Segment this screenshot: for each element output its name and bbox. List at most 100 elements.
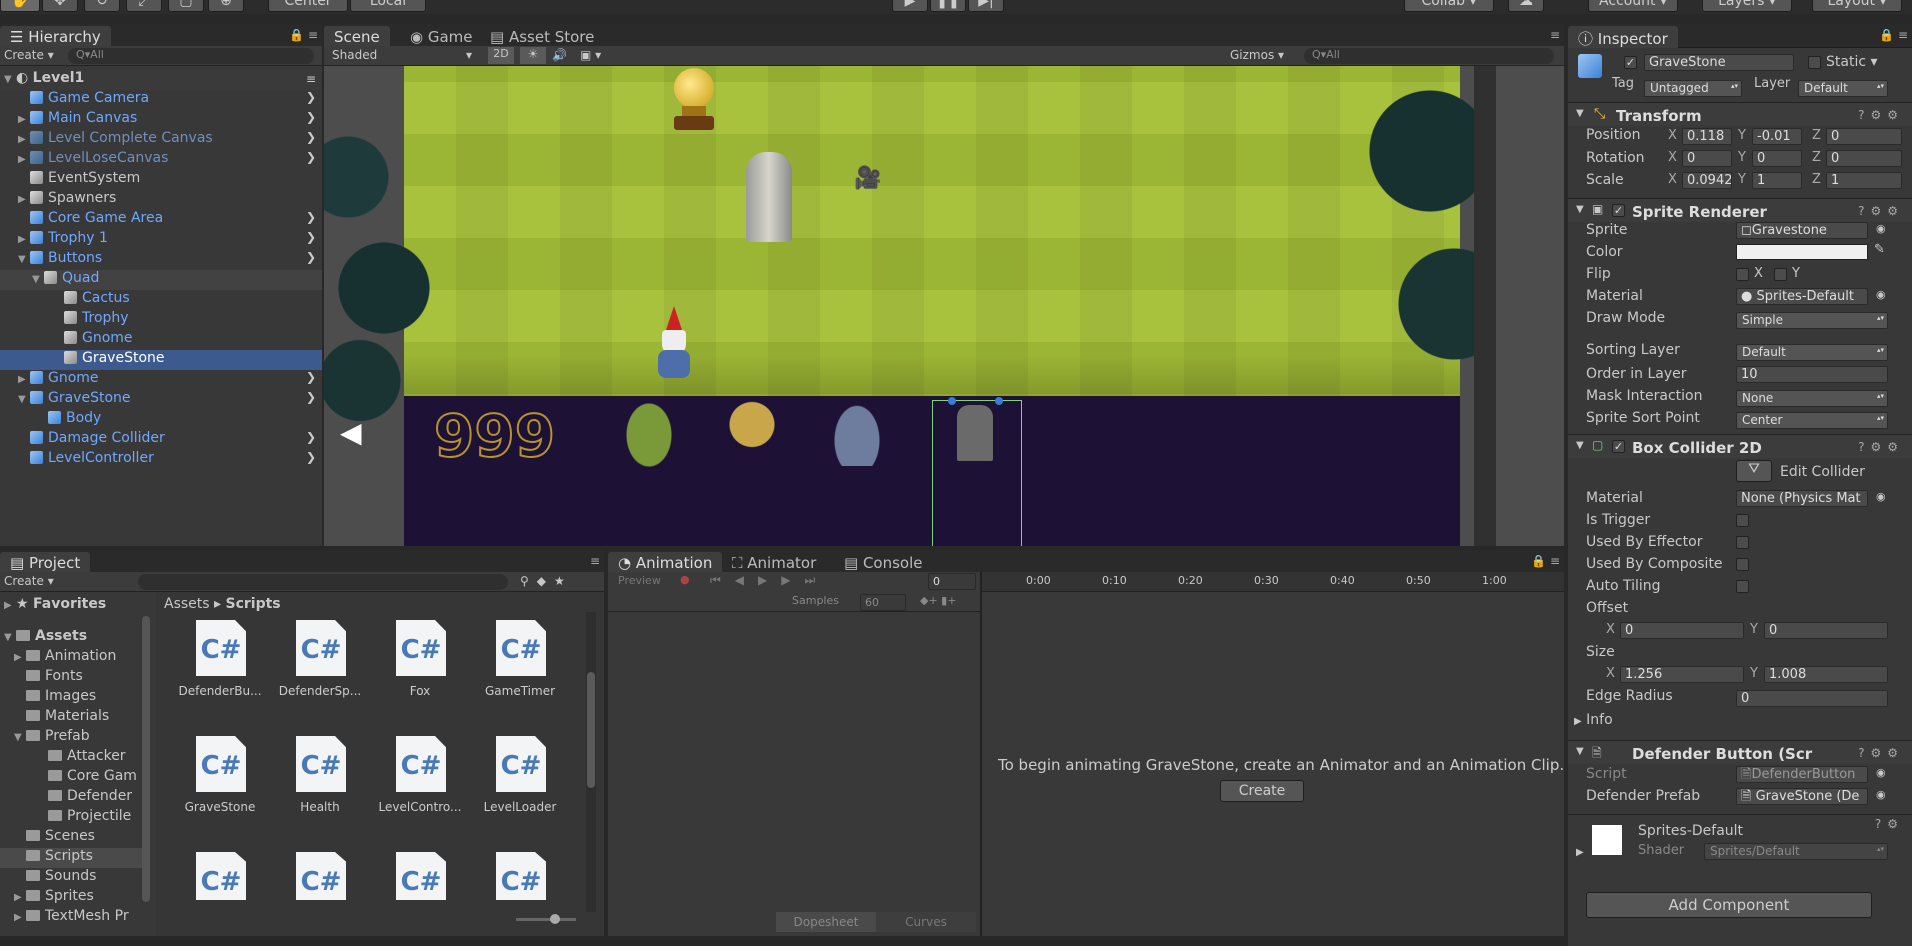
filter-icons[interactable]: ⚲◆★	[520, 574, 573, 588]
used-by-effector-checkbox[interactable]	[1736, 536, 1749, 549]
sprite-renderer-enabled-checkbox[interactable]: ✓	[1612, 204, 1625, 217]
hierarchy-item[interactable]: ▼ Quad	[0, 270, 322, 290]
scale-tool-button[interactable]: ⤢	[126, 0, 162, 12]
hierarchy-item[interactable]: Gnome	[0, 330, 322, 350]
hierarchy-item[interactable]: LevelController ❯	[0, 450, 322, 470]
hierarchy-item[interactable]: ▼ Buttons ❯	[0, 250, 322, 270]
hierarchy-item[interactable]: Game Camera ❯	[0, 90, 322, 110]
folder-item[interactable]: Materials	[0, 708, 150, 728]
project-search-input[interactable]	[138, 574, 508, 590]
panel-menu-icon[interactable]: ≡	[1550, 28, 1560, 42]
object-picker-icon[interactable]: ◉	[1876, 490, 1886, 503]
foldout-arrow-icon[interactable]: ▼	[1576, 440, 1584, 451]
foldout-arrow-icon[interactable]: ▼	[1576, 204, 1584, 215]
tab-hierarchy[interactable]: ☰ Hierarchy	[0, 26, 111, 48]
csharp-script-icon[interactable]: C#	[196, 736, 246, 792]
folder-item[interactable]: Sounds	[0, 868, 150, 888]
folder-item[interactable]: Defender	[0, 788, 150, 808]
hierarchy-item[interactable]: Cactus	[0, 290, 322, 310]
box-collider-header[interactable]: ▼ ▢ ✓ Box Collider 2D ?⚙⚙	[1568, 434, 1912, 458]
folder-item[interactable]: Core Gam	[0, 768, 150, 788]
hierarchy-item[interactable]: ▶ Gnome ❯	[0, 370, 322, 390]
tab-project[interactable]: ▤ Project	[0, 552, 91, 574]
playback-controls[interactable]: ⏮◀▶▶⏭	[710, 573, 829, 588]
flip-x-checkbox[interactable]	[1736, 268, 1749, 281]
asset-grid-scrollbar[interactable]	[586, 612, 596, 912]
draw-mode-dropdown[interactable]: Simple	[1736, 312, 1888, 329]
component-menu-icons[interactable]: ?⚙⚙	[1858, 746, 1904, 760]
csharp-script-icon[interactable]: C#	[296, 736, 346, 792]
layers-button[interactable]: Layers ▾	[1702, 0, 1792, 12]
selection-handle[interactable]	[995, 397, 1003, 405]
scene-viewport[interactable]: 🎥 999 ◀	[324, 66, 1564, 546]
add-component-button[interactable]: Add Component	[1586, 892, 1872, 918]
object-picker-icon[interactable]: ◉	[1876, 766, 1886, 779]
csharp-script-icon[interactable]: C#	[396, 852, 446, 900]
folder-item[interactable]: ▶ Animation	[0, 648, 150, 668]
defender-button-header[interactable]: ▼ 🗎 Defender Button (Scr ?⚙⚙	[1568, 740, 1912, 764]
panel-menu-icon[interactable]: 🔒 ≡	[289, 28, 318, 42]
csharp-script-icon[interactable]: C#	[296, 620, 346, 676]
2d-toggle[interactable]: 2D	[488, 47, 514, 64]
hierarchy-item[interactable]: Body	[0, 410, 322, 430]
hierarchy-item[interactable]: ▶ Spawners	[0, 190, 322, 210]
effects-icon[interactable]: ▣ ▾	[580, 48, 601, 62]
folder-item[interactable]: Scenes	[0, 828, 150, 848]
edit-collider-button[interactable]: ⛛	[1736, 460, 1772, 482]
offset-y-input[interactable]: 0	[1764, 622, 1888, 639]
rotation-x-input[interactable]: 0	[1682, 150, 1732, 167]
component-menu-icons[interactable]: ?⚙⚙	[1858, 440, 1904, 454]
static-label[interactable]: Static ▾	[1826, 54, 1878, 70]
csharp-script-icon[interactable]: C#	[396, 736, 446, 792]
layer-dropdown[interactable]: Default	[1798, 80, 1888, 97]
component-menu-icons[interactable]: ?⚙⚙	[1858, 204, 1904, 218]
info-foldout[interactable]: ▶ Info	[1574, 712, 1613, 728]
timeline-divider[interactable]	[980, 572, 982, 936]
scene-root-row[interactable]: ▼ ◐ Level1 ≡	[0, 70, 322, 90]
curves-tab[interactable]: Curves	[876, 912, 976, 932]
preview-toggle[interactable]: Preview	[618, 574, 661, 587]
scale-z-input[interactable]: 1	[1826, 172, 1902, 189]
dopesheet-tab[interactable]: Dopesheet	[776, 912, 876, 932]
csharp-script-icon[interactable]: C#	[496, 736, 546, 792]
scale-label[interactable]: Scale	[1586, 172, 1624, 188]
box-collider-enabled-checkbox[interactable]: ✓	[1612, 440, 1625, 453]
folder-item[interactable]: Fonts	[0, 668, 150, 688]
gizmos-dropdown[interactable]: Gizmos ▾	[1230, 48, 1284, 62]
add-keyframe-icon[interactable]: ◆+ ▮+	[920, 594, 956, 607]
tab-animator[interactable]: ⛶ Animator	[722, 552, 826, 574]
csharp-script-icon[interactable]: C#	[496, 620, 546, 676]
rotation-z-input[interactable]: 0	[1826, 150, 1902, 167]
pivot-local-button[interactable]: Local	[350, 0, 426, 12]
hierarchy-item[interactable]: Trophy	[0, 310, 322, 330]
hierarchy-item[interactable]: ▶ LevelLoseCanvas ❯	[0, 150, 322, 170]
create-animation-button[interactable]: Create	[1220, 780, 1304, 802]
shading-mode-dropdown[interactable]: Shaded ▾	[332, 48, 472, 62]
hierarchy-item[interactable]: ▼ GraveStone ❯	[0, 390, 322, 410]
sprite-renderer-header[interactable]: ▼ ▣ ✓ Sprite Renderer ?⚙⚙	[1568, 198, 1912, 222]
eyedropper-icon[interactable]: ✎	[1874, 242, 1885, 257]
sprite-field[interactable]: ◻Gravestone	[1736, 222, 1868, 239]
static-checkbox[interactable]	[1808, 56, 1821, 69]
tab-inspector[interactable]: ⓘ Inspector	[1568, 26, 1678, 48]
size-y-input[interactable]: 1.008	[1764, 666, 1888, 683]
is-trigger-checkbox[interactable]	[1736, 514, 1749, 527]
tab-animation[interactable]: ◔ Animation	[608, 552, 723, 574]
step-button[interactable]: ▶|	[968, 0, 1004, 12]
tab-console[interactable]: ▤ Console	[834, 552, 933, 574]
account-button[interactable]: Account ▾	[1588, 0, 1678, 12]
edge-radius-input[interactable]: 0	[1736, 690, 1888, 707]
selection-handle[interactable]	[948, 397, 956, 405]
collider-material-field[interactable]: None (Physics Mat	[1736, 490, 1868, 507]
frame-input[interactable]: 0	[928, 573, 976, 590]
assets-root-item[interactable]: ▼ Assets	[0, 628, 150, 648]
hierarchy-item[interactable]: ▶ Level Complete Canvas ❯	[0, 130, 322, 150]
project-create-button[interactable]: Create ▾	[4, 574, 54, 588]
csharp-script-icon[interactable]: C#	[296, 852, 346, 900]
favorites-item[interactable]: ▶ ★ Favorites	[0, 596, 150, 616]
size-x-input[interactable]: 1.256	[1620, 666, 1744, 683]
scale-y-input[interactable]: 1	[1752, 172, 1802, 189]
sprite-sort-point-dropdown[interactable]: Center	[1736, 412, 1888, 429]
hierarchy-item[interactable]: Core Game Area ❯	[0, 210, 322, 230]
hierarchy-item-selected[interactable]: GraveStone	[0, 350, 322, 370]
